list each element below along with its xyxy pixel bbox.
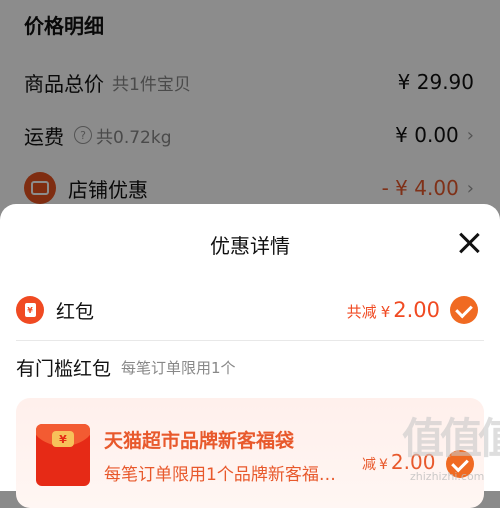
red-packet-row[interactable]: ¥ 红包 共减 ¥ 2.00	[16, 292, 478, 328]
card-title: 天猫超市品牌新客福袋	[104, 430, 295, 452]
discount-amount: 2.00	[393, 298, 440, 322]
discount-prefix: 减	[362, 457, 376, 473]
checkmark-icon[interactable]	[450, 296, 478, 324]
currency-symbol: ¥	[380, 303, 391, 321]
red-packet-discount: 共减 ¥ 2.00	[347, 298, 440, 322]
discount-prefix: 共减	[346, 303, 377, 321]
red-packet-icon: ¥	[16, 296, 44, 324]
sheet-title: 优惠详情	[210, 234, 290, 258]
red-packet-label: 红包	[56, 300, 95, 323]
threshold-label: 有门槛红包	[16, 357, 112, 380]
card-description: 每笔订单限用1个品牌新客福…	[104, 465, 336, 485]
divider	[16, 340, 484, 341]
threshold-header: 有门槛红包 每笔订单限用1个	[16, 352, 236, 382]
threshold-note: 每笔订单限用1个	[121, 358, 236, 377]
close-icon[interactable]	[458, 232, 480, 254]
watermark-url: zhizhizhi.com	[410, 470, 485, 483]
red-envelope-icon: ¥	[36, 424, 90, 486]
watermark: 值值值	[402, 414, 500, 463]
currency-symbol: ¥	[379, 457, 388, 473]
